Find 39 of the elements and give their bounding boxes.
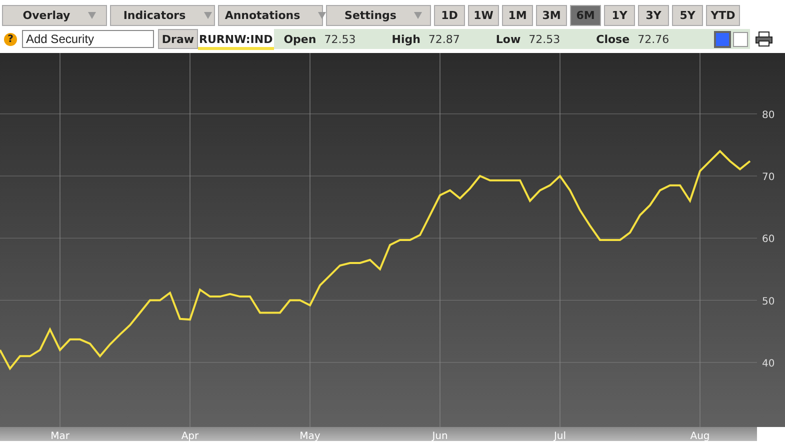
range-tab[interactable]: YTD	[706, 5, 740, 26]
quote-label: Low	[496, 32, 521, 46]
color-swatch[interactable]	[732, 32, 748, 46]
x-tick-label: May	[300, 431, 320, 441]
quote-value: 72.87	[428, 32, 460, 46]
x-tick-label: Mar	[50, 431, 70, 441]
search-field[interactable]: Add Security	[22, 30, 154, 48]
y-tick-label: 40	[762, 358, 775, 370]
x-tick-label: Jun	[432, 431, 448, 441]
range-tab[interactable]: 1D	[434, 5, 465, 26]
draw-button[interactable]: Draw	[158, 29, 198, 49]
quote-label: Close	[596, 32, 630, 46]
range-tab[interactable]: 1Y	[604, 5, 635, 26]
printer-icon[interactable]	[754, 31, 773, 47]
color-swatch[interactable]	[714, 30, 731, 48]
range-tab[interactable]: 3M	[536, 5, 567, 26]
y-tick-label: 60	[762, 234, 775, 246]
x-tick-label: Apr	[181, 431, 199, 441]
range-tab[interactable]: 5Y	[672, 5, 703, 26]
menu-dropdown[interactable]: Overlay	[2, 5, 107, 26]
quote-label: High	[392, 32, 420, 46]
help-icon[interactable]: ?	[4, 32, 17, 46]
x-tick-label: Aug	[690, 431, 710, 441]
x-tick-label: Jul	[554, 431, 566, 441]
y-tick-label: 50	[762, 296, 775, 308]
quote-label: Open	[284, 32, 316, 46]
quote-value: 72.53	[528, 32, 560, 46]
dropdown-arrow-icon	[414, 12, 422, 19]
dropdown-arrow-icon	[88, 12, 96, 19]
quote-value: 72.53	[324, 32, 356, 46]
menu-dropdown[interactable]: Settings	[326, 5, 431, 26]
range-tab[interactable]: 3Y	[638, 5, 669, 26]
quote-value: 72.76	[638, 32, 670, 46]
menu-dropdown[interactable]: Indicators	[110, 5, 215, 26]
menu-dropdown[interactable]: Annotations	[218, 5, 323, 26]
range-tab[interactable]: 1W	[468, 5, 499, 26]
y-tick-label: 70	[762, 172, 775, 183]
range-tab[interactable]: 1M	[502, 5, 533, 26]
y-tick-label: 80	[762, 110, 775, 121]
